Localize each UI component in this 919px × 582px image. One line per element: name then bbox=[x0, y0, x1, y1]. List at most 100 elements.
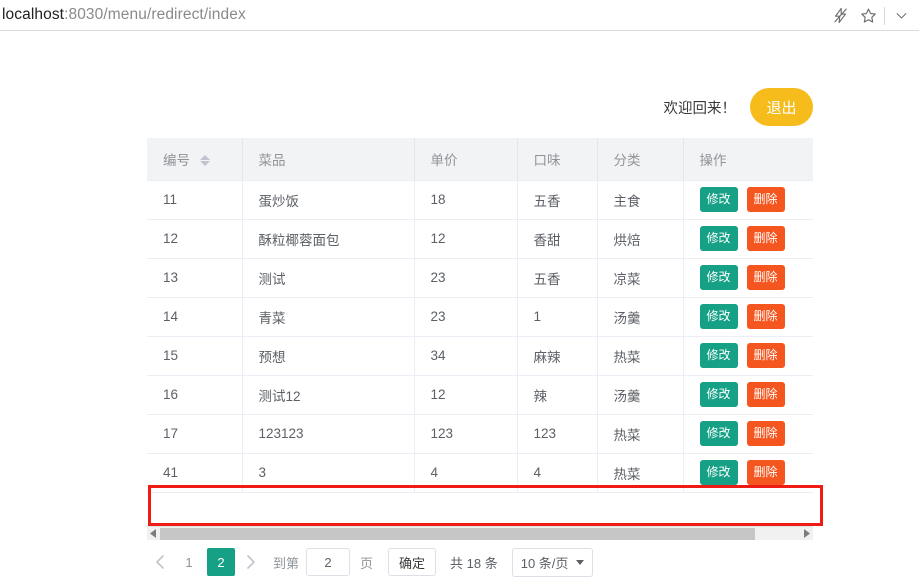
delete-button[interactable]: 删除 bbox=[746, 460, 785, 485]
delete-button[interactable]: 删除 bbox=[746, 343, 785, 368]
column-header-operations: 操作 bbox=[683, 138, 813, 181]
table-row: 12 酥粒椰蓉面包 12 香甜 烘焙 修改 删除 bbox=[147, 219, 813, 259]
cell-taste: 辣 bbox=[517, 375, 598, 415]
logout-button[interactable]: 退出 bbox=[750, 88, 813, 126]
cell-operations: 修改 删除 bbox=[683, 453, 813, 493]
page-jump-input[interactable] bbox=[306, 548, 351, 576]
cell-id: 41 bbox=[147, 453, 243, 493]
cell-category: 热菜 bbox=[597, 453, 684, 493]
pagination-next-button[interactable] bbox=[237, 548, 263, 576]
table-row: 11 蛋炒饭 18 五香 主食 修改 删除 bbox=[147, 180, 814, 220]
cell-operations: 修改 删除 bbox=[683, 297, 814, 337]
chevron-down-icon bbox=[576, 559, 585, 565]
column-header-price[interactable]: 单价 bbox=[414, 138, 518, 181]
cell-price: 12 bbox=[414, 219, 518, 259]
cell-category: 汤羹 bbox=[597, 297, 684, 337]
lightning-icon[interactable] bbox=[826, 0, 854, 31]
dish-table-container: 编号 菜品 单价 口味 分类 操作 11 蛋炒饭 18 五香 主食 修改 删除 12 酥粒椰蓉面… bbox=[147, 138, 813, 493]
cell-id: 13 bbox=[147, 258, 243, 298]
cell-dish: 测试 bbox=[242, 258, 415, 298]
delete-button[interactable]: 删除 bbox=[746, 421, 785, 446]
delete-button[interactable]: 删除 bbox=[746, 304, 785, 329]
column-header-category[interactable]: 分类 bbox=[597, 138, 684, 181]
star-icon[interactable] bbox=[854, 0, 882, 31]
cell-operations: 修改 删除 bbox=[683, 414, 814, 454]
cell-id: 17 bbox=[147, 414, 243, 454]
page-size-select[interactable]: 10 条/页 bbox=[511, 547, 594, 577]
cell-price: 34 bbox=[414, 336, 518, 376]
cell-taste: 麻辣 bbox=[517, 336, 598, 376]
cell-category: 烘焙 bbox=[597, 219, 684, 259]
table-horizontal-scrollbar[interactable] bbox=[147, 526, 813, 540]
column-header-dish[interactable]: 菜品 bbox=[242, 138, 415, 181]
jump-suffix-label: 页 bbox=[360, 555, 374, 571]
cell-operations: 修改 删除 bbox=[683, 219, 813, 259]
page-size-label: 10 条/页 bbox=[520, 555, 569, 571]
row-actions: 修改 删除 bbox=[699, 421, 814, 446]
jump-prefix-label: 到第 bbox=[273, 555, 300, 571]
confirm-button[interactable]: 确定 bbox=[388, 548, 437, 576]
column-header-id[interactable]: 编号 bbox=[147, 138, 243, 181]
sort-icon[interactable] bbox=[199, 154, 210, 166]
edit-button[interactable]: 修改 bbox=[699, 187, 738, 212]
cell-price: 18 bbox=[414, 180, 518, 220]
delete-button[interactable]: 删除 bbox=[746, 265, 785, 290]
browser-actions bbox=[826, 0, 915, 31]
cell-category: 汤羹 bbox=[597, 375, 684, 415]
scroll-left-arrow[interactable] bbox=[147, 527, 160, 541]
cell-dish: 3 bbox=[242, 453, 415, 493]
cell-dish: 青菜 bbox=[242, 297, 415, 337]
chevron-down-icon[interactable] bbox=[887, 0, 915, 31]
welcome-text: 欢迎回来！ bbox=[663, 100, 737, 117]
edit-button[interactable]: 修改 bbox=[699, 265, 738, 290]
cell-category: 主食 bbox=[597, 180, 684, 220]
table-row: 16 测试12 12 辣汤羹 修改 删除 bbox=[147, 375, 814, 415]
cell-price: 123 bbox=[414, 414, 518, 454]
table-row: 14 青菜 23 1 汤羹 修改 删除 bbox=[147, 297, 814, 337]
delete-button[interactable]: 删除 bbox=[746, 226, 785, 251]
row-actions: 修改 删除 bbox=[699, 304, 814, 329]
cell-operations: 修改 删除 bbox=[683, 336, 814, 376]
cell-price: 12 bbox=[414, 375, 518, 415]
row-actions: 修改 删除 bbox=[699, 187, 814, 212]
edit-button[interactable]: 修改 bbox=[699, 304, 738, 329]
cell-price: 23 bbox=[414, 297, 518, 337]
cell-dish: 预想 bbox=[242, 336, 415, 376]
edit-button[interactable]: 修改 bbox=[699, 460, 738, 485]
delete-button[interactable]: 删除 bbox=[746, 382, 785, 407]
row-actions: 修改 删除 bbox=[699, 343, 814, 368]
column-header-taste[interactable]: 口味 bbox=[517, 138, 598, 181]
pagination-page-1[interactable]: 1 bbox=[175, 548, 203, 576]
cell-dish: 123123 bbox=[242, 414, 415, 454]
pagination-prev-button[interactable] bbox=[147, 548, 173, 576]
cell-taste: 123 bbox=[517, 414, 598, 454]
cell-category: 凉菜 bbox=[597, 258, 684, 298]
column-header-id-label: 编号 bbox=[163, 152, 190, 168]
cell-operations: 修改 删除 bbox=[683, 375, 814, 415]
cell-price: 23 bbox=[414, 258, 518, 298]
scrollbar-thumb[interactable] bbox=[160, 527, 756, 540]
url-path: :8030/menu/redirect/index bbox=[64, 6, 246, 23]
cell-id: 11 bbox=[147, 180, 243, 220]
row-actions: 修改 删除 bbox=[699, 382, 814, 407]
edit-button[interactable]: 修改 bbox=[699, 421, 738, 446]
cell-id: 12 bbox=[147, 219, 243, 259]
address-bar[interactable]: localhost:8030/menu/redirect/index bbox=[2, 4, 246, 26]
pagination-page-2[interactable]: 2 bbox=[207, 548, 235, 576]
scrollbar-track[interactable] bbox=[160, 527, 800, 541]
table-row: 41 3 4 4 热菜 修改 删除 bbox=[147, 453, 813, 493]
cell-taste: 香甜 bbox=[517, 219, 598, 259]
cell-taste: 五香 bbox=[517, 258, 598, 298]
page-content: 欢迎回来！ 退出 编号 菜品 单价 口味 分类 操作 11 蛋炒饭 18 五香 … bbox=[0, 32, 919, 577]
table-body: 11 蛋炒饭 18 五香 主食 修改 删除 12 酥粒椰蓉面包 12 香甜 烘焙 修改 删除 13 测试 23 五… bbox=[147, 180, 814, 493]
scroll-right-arrow[interactable] bbox=[800, 527, 813, 541]
edit-button[interactable]: 修改 bbox=[699, 382, 738, 407]
edit-button[interactable]: 修改 bbox=[699, 343, 738, 368]
cell-id: 15 bbox=[147, 336, 243, 376]
cell-dish: 蛋炒饭 bbox=[242, 180, 415, 220]
edit-button[interactable]: 修改 bbox=[699, 226, 738, 251]
toolbar-divider bbox=[884, 6, 885, 25]
url-host: localhost bbox=[2, 6, 65, 23]
delete-button[interactable]: 删除 bbox=[746, 187, 785, 212]
cell-taste: 4 bbox=[517, 453, 598, 493]
